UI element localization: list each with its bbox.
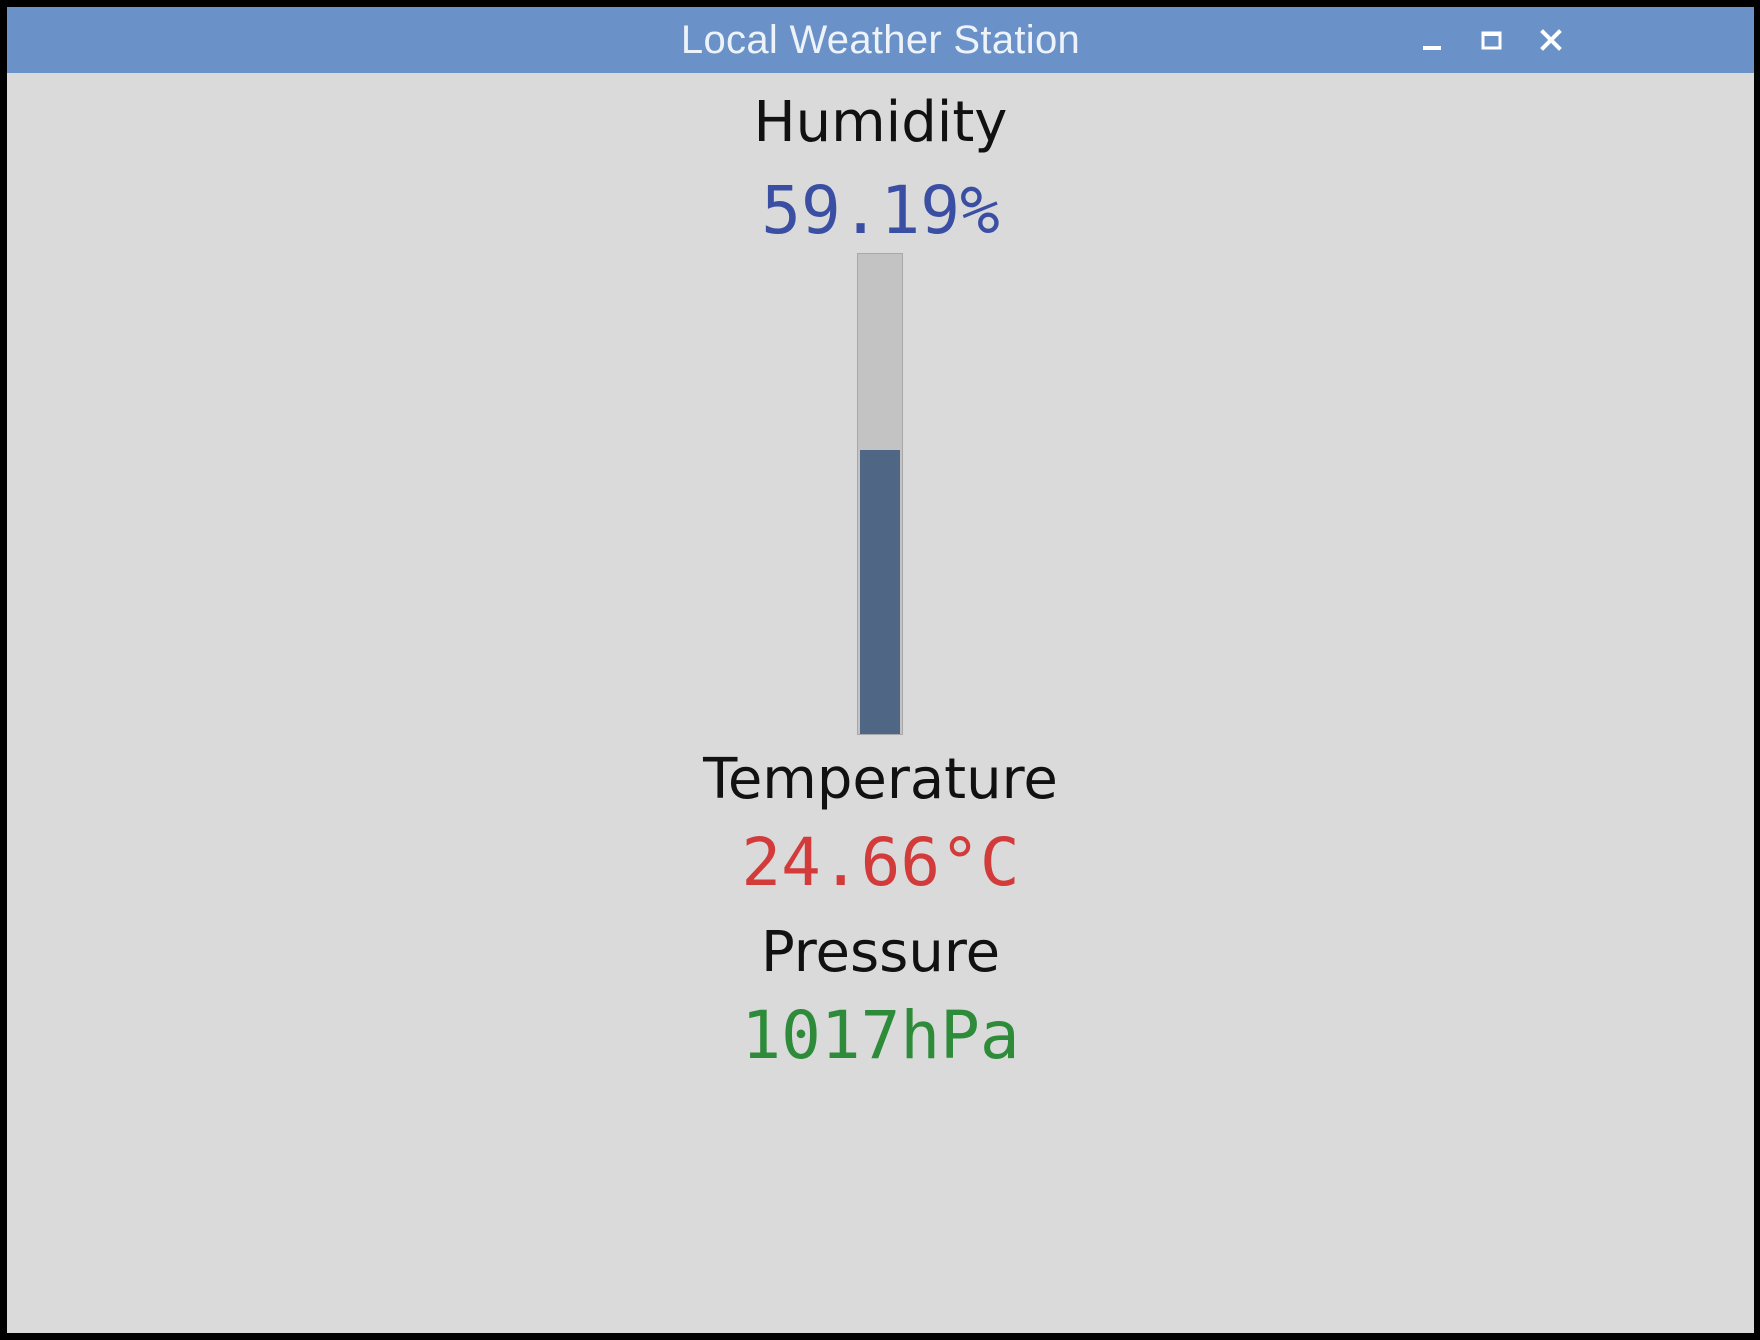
maximize-button[interactable] <box>1470 19 1514 63</box>
title-bar[interactable]: Local Weather Station <box>7 7 1754 73</box>
pressure-label: Pressure <box>760 920 1001 985</box>
humidity-gauge-fill <box>860 449 900 734</box>
readings-panel: Humidity 59.19% Temperature 24.66°C Pres… <box>7 73 1754 1333</box>
humidity-gauge <box>857 253 903 735</box>
minimize-icon <box>1423 46 1441 50</box>
humidity-value: 59.19% <box>761 172 1000 249</box>
weather-window: Local Weather Station Humidity 59.19% Te… <box>7 7 1754 1333</box>
pressure-value: 1017hPa <box>741 997 1020 1074</box>
minimize-button[interactable] <box>1410 19 1454 63</box>
close-button[interactable] <box>1530 19 1574 63</box>
temperature-label: Temperature <box>703 747 1058 812</box>
maximize-icon <box>1481 31 1502 50</box>
humidity-label: Humidity <box>753 90 1008 155</box>
close-icon <box>1540 29 1562 51</box>
temperature-value: 24.66°C <box>741 824 1020 901</box>
